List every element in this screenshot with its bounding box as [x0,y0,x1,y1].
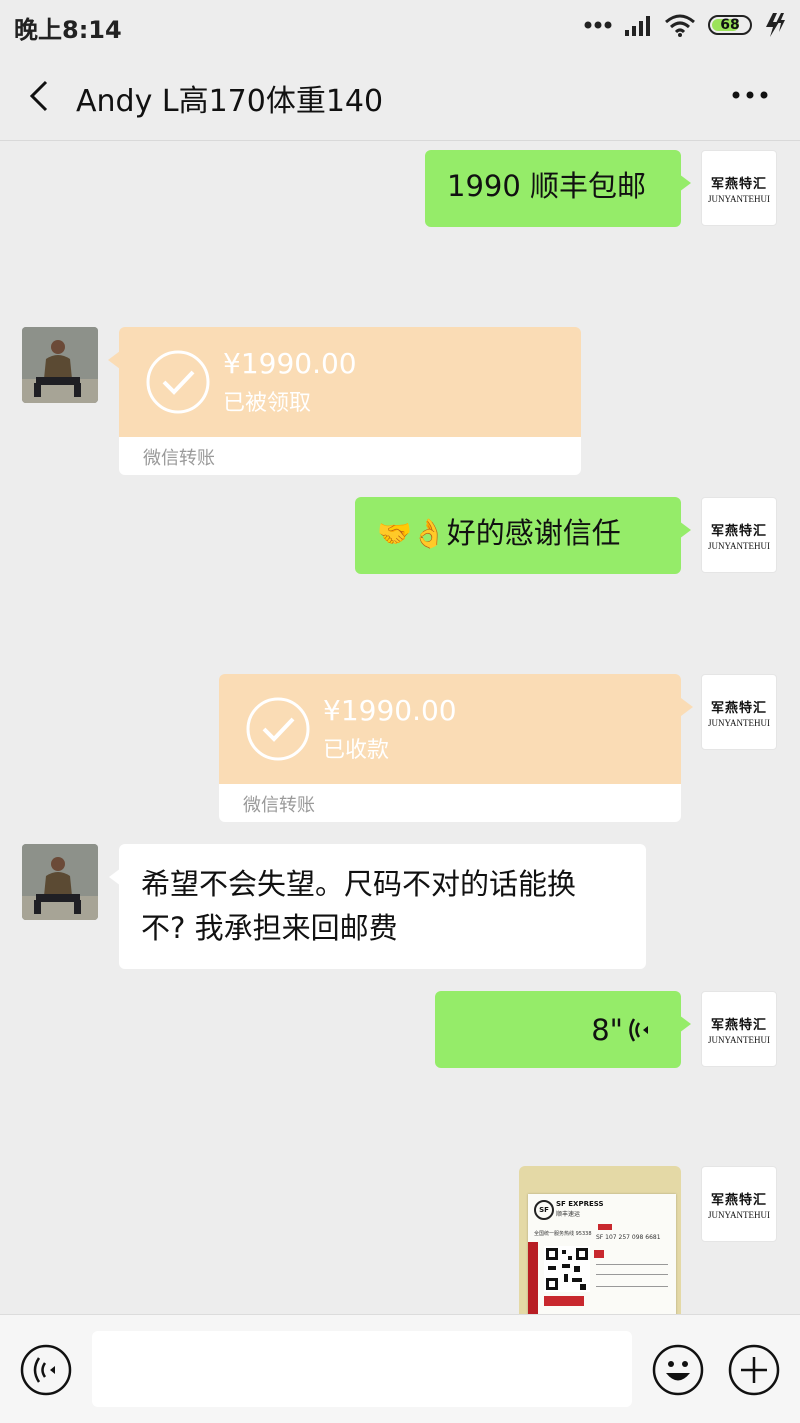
brand-avatar-en: JUNYANTEHUI [708,1034,770,1045]
my-avatar[interactable]: 军燕特汇 JUNYANTEHUI [701,991,777,1067]
brand-avatar-en: JUNYANTEHUI [708,1209,770,1220]
transfer-amount: ¥1990.00 [223,347,357,380]
message-list[interactable]: 1990 顺丰包邮 军燕特汇 JUNYANTEHUI 微信转账 ¥1990.00… [0,141,800,1314]
qr-code-icon [544,1246,590,1292]
message-text-line-2: 不? 我承担来回邮费 [141,911,398,945]
emoji-handshake-ok: 🤝👌 [377,517,447,550]
my-avatar[interactable]: 军燕特汇 JUNYANTEHUI [701,150,777,226]
bubble-tail [681,698,693,716]
brand-avatar-en: JUNYANTEHUI [708,540,770,551]
voice-wave-icon [629,1017,648,1042]
chat-title: Andy L高170体重140 [76,84,384,119]
transfer-status: 已收款 [323,738,390,763]
person-photo-icon [22,327,98,403]
my-avatar[interactable]: 军燕特汇 JUNYANTEHUI [701,1166,777,1242]
brand-avatar-cn: 军燕特汇 [710,1192,767,1208]
brand-avatar-cn: 军燕特汇 [710,700,767,716]
battery-level: 68 [720,17,740,33]
wifi-icon [665,14,695,37]
sf-express-card: SF SF EXPRESS 顺丰速运 全国统一服务热线 95338 SF 107… [528,1194,676,1314]
back-chevron-icon[interactable] [22,76,62,116]
sf-hotline: 全国统一服务热线 95338 [534,1231,592,1237]
message-bubble-received[interactable]: 希望不会失望。尺码不对的话能换 不? 我承担来回邮费 [109,844,646,969]
sf-brand: SF EXPRESS [556,1200,604,1208]
message-text-line-1: 希望不会失望。尺码不对的话能换 [141,867,577,901]
status-time: 晚上8:14 [14,16,122,44]
status-bar: 晚上8:14 68 [0,0,800,50]
voice-message-bubble[interactable]: 8" [435,991,691,1068]
brand-avatar-en: JUNYANTEHUI [708,193,770,204]
transfer-label: 微信转账 [243,795,315,816]
contact-avatar[interactable] [22,327,98,403]
transfer-card-received[interactable]: 微信转账 ¥1990.00 已被领取 [119,327,581,475]
battery-icon: 68 [708,15,752,35]
more-dots-icon[interactable] [730,80,770,110]
contact-avatar[interactable] [22,844,98,920]
signal-icon [625,16,650,36]
message-text: 1990 顺丰包邮 [447,169,647,203]
transfer-card-collected[interactable]: 微信转账 ¥1990.00 已收款 [219,674,681,822]
plus-icon[interactable] [728,1344,780,1396]
transfer-status: 已被领取 [223,391,312,416]
brand-avatar-en: JUNYANTEHUI [708,717,770,728]
my-avatar[interactable]: 军燕特汇 JUNYANTEHUI [701,497,777,573]
voice-input-icon[interactable] [20,1344,72,1396]
charging-icon [766,13,785,37]
check-circle-icon [146,350,210,414]
message-text: 好的感谢信任 [446,516,621,550]
chat-header: Andy L高170体重140 [0,50,800,141]
status-icons: 68 [584,10,786,40]
message-input[interactable] [92,1331,632,1407]
brand-avatar-cn: 军燕特汇 [710,523,767,539]
sf-brand-cn: 顺丰速运 [556,1211,581,1218]
emoji-icon[interactable] [652,1344,704,1396]
my-avatar[interactable]: 军燕特汇 JUNYANTEHUI [701,674,777,750]
brand-avatar-cn: 军燕特汇 [710,176,767,192]
dots-icon [584,21,612,29]
input-bar [0,1314,800,1423]
transfer-amount: ¥1990.00 [323,694,457,727]
message-bubble-sent[interactable]: 🤝👌好的感谢信任 [355,497,691,574]
transfer-label: 微信转账 [143,448,215,469]
voice-duration: 8" [591,1012,623,1047]
brand-avatar-cn: 军燕特汇 [710,1017,767,1033]
message-bubble-sent[interactable]: 1990 顺丰包邮 [425,150,691,227]
person-photo-icon [22,844,98,920]
check-circle-icon [246,697,310,761]
image-message[interactable]: SF SF EXPRESS 顺丰速运 全国统一服务热线 95338 SF 107… [519,1166,681,1314]
sf-tracking-number: SF 107 257 098 6681 [596,1234,661,1241]
